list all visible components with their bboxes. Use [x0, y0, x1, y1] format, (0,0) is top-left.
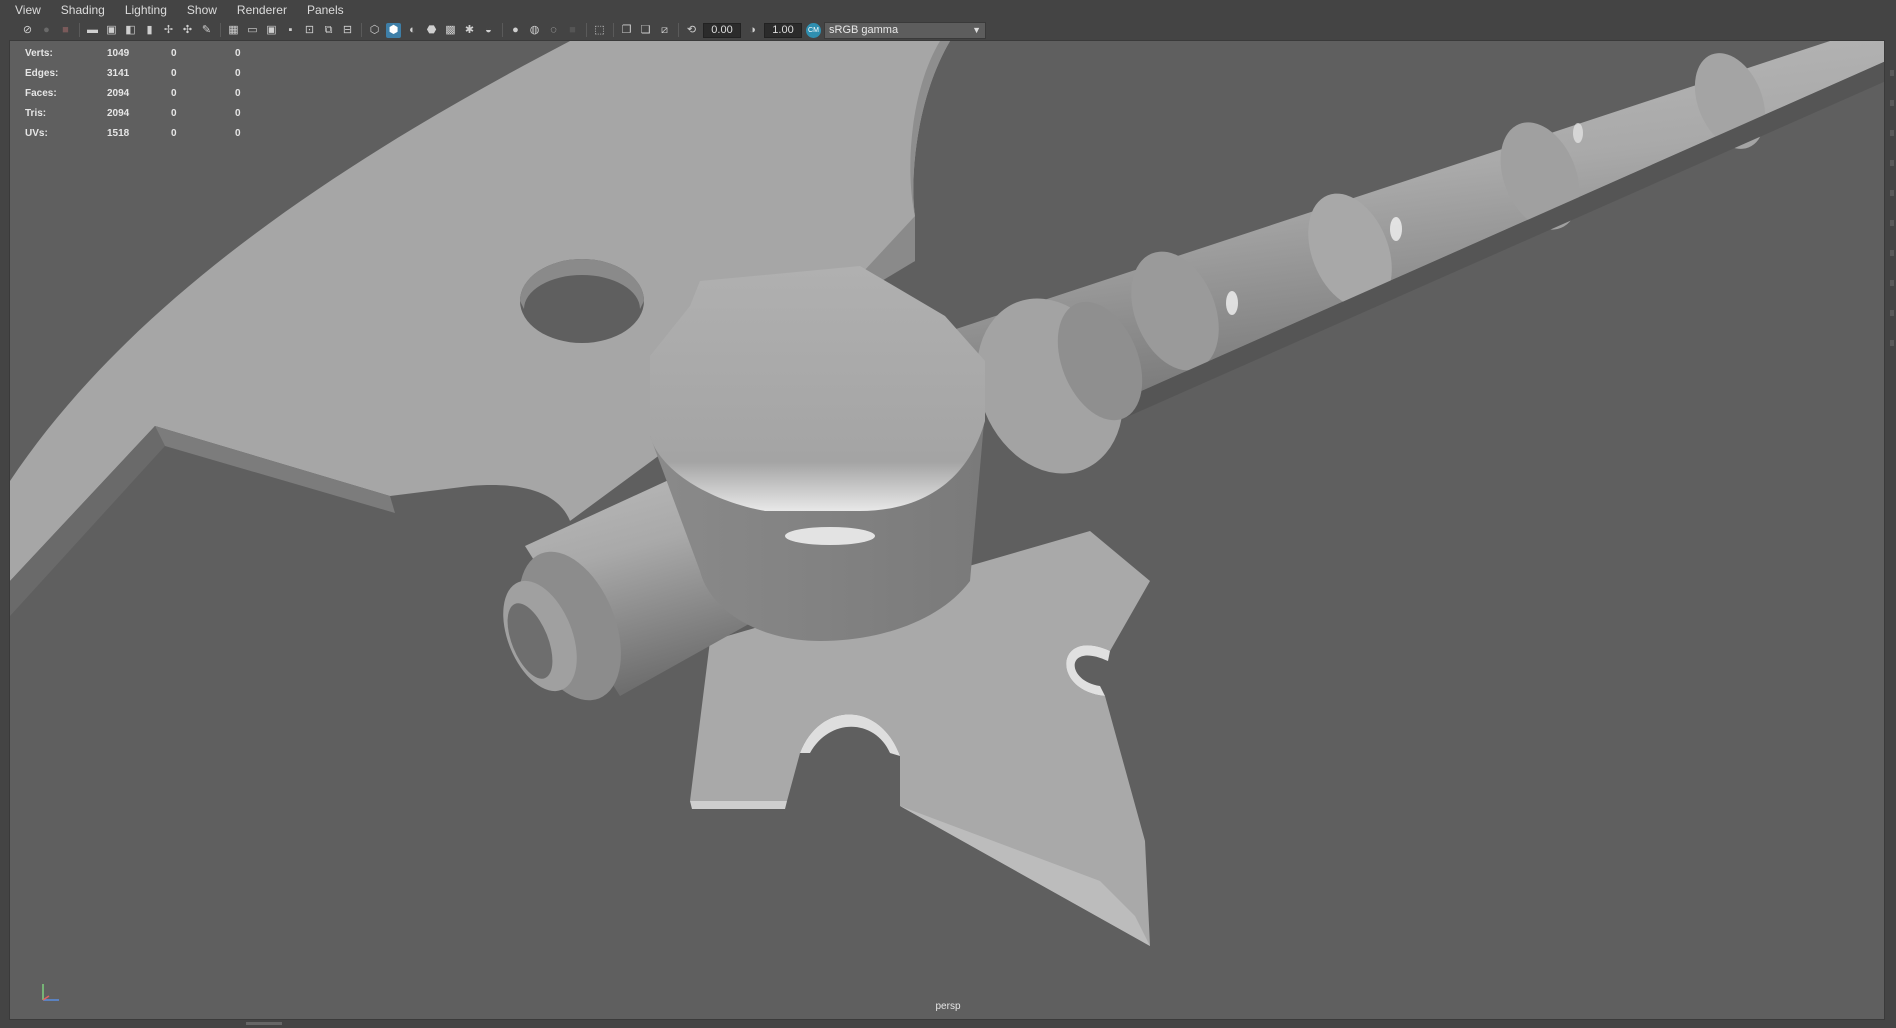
hud-uv-value: 0	[235, 127, 241, 139]
menu-show[interactable]: Show	[184, 1, 220, 19]
menu-panels[interactable]: Panels	[304, 1, 347, 19]
default-lighting-icon[interactable]: ◐	[405, 23, 420, 38]
maya-viewport-panel: View Shading Lighting Show Renderer Pane…	[0, 0, 1896, 1028]
wireframe-on-shaded-icon[interactable]: ⬣	[424, 23, 439, 38]
toolbar-divider	[586, 23, 587, 37]
hud-uv-value: 0	[235, 87, 241, 99]
resolution-gate-icon[interactable]: ✎	[199, 23, 214, 38]
depth-of-field-icon[interactable]: ■	[565, 23, 580, 38]
hud-uv-value: 0	[235, 67, 241, 79]
lock-camera-icon[interactable]: ●	[39, 23, 54, 38]
hud-row-tris: Tris: 2094 0 0	[25, 103, 255, 123]
hud-value: 2094	[107, 87, 130, 99]
exposure-field[interactable]: 0.00	[703, 22, 741, 38]
panel-menu-bar: View Shading Lighting Show Renderer Pane…	[0, 0, 1896, 20]
film-gate-toggle-icon[interactable]: ▭	[245, 23, 260, 38]
axe-model-render[interactable]	[10, 41, 1885, 1020]
hud-label: UVs:	[25, 127, 48, 139]
grease-pencil-icon[interactable]: ▮	[142, 23, 157, 38]
hud-selected-value: 0	[171, 67, 177, 79]
grid-toggle-icon[interactable]: ✢	[161, 23, 176, 38]
toolbar-divider	[79, 23, 80, 37]
rail-tick	[1890, 70, 1894, 76]
exposure-reset-icon[interactable]: ⟲	[684, 23, 699, 38]
resolution-icon[interactable]: ⊟	[340, 23, 355, 38]
rail-tick	[1890, 160, 1894, 166]
menu-renderer[interactable]: Renderer	[234, 1, 290, 19]
bottom-border	[0, 1020, 1896, 1028]
hud-value: 3141	[107, 67, 130, 79]
wireframe-icon[interactable]: ⬡	[367, 23, 382, 38]
rail-tick	[1890, 130, 1894, 136]
hud-selected-value: 0	[171, 107, 177, 119]
camera-image-plane-icon[interactable]: ▣	[104, 23, 119, 38]
toolbar-divider	[678, 23, 679, 37]
gamma-reset-icon[interactable]: ◑	[745, 23, 760, 38]
xray-icon[interactable]: ❐	[619, 23, 634, 38]
motion-blur-icon[interactable]: ◍	[527, 23, 542, 38]
view-transform-value: sRGB gamma	[829, 24, 899, 36]
rail-tick	[1890, 220, 1894, 226]
poly-count-hud: Verts: 1049 0 0 Edges: 3141 0 0 Faces: 2…	[25, 43, 255, 143]
view-transform-dropdown[interactable]: sRGB gamma ▼	[824, 21, 986, 39]
hud-label: Verts:	[25, 47, 53, 59]
select-camera-icon[interactable]: ⊘	[20, 23, 35, 38]
hud-selected-value: 0	[171, 47, 177, 59]
rail-tick	[1890, 100, 1894, 106]
safe-action-icon[interactable]: ▣	[264, 23, 279, 38]
right-dock-rail	[1885, 40, 1896, 1020]
camera-2d-pan-icon[interactable]: ◧	[123, 23, 138, 38]
toolbar-divider	[220, 23, 221, 37]
hud-uv-value: 0	[235, 107, 241, 119]
isolate-select-icon[interactable]: ⬚	[592, 23, 607, 38]
rail-tick	[1890, 250, 1894, 256]
panel-resize-handle[interactable]	[246, 1022, 282, 1025]
anti-aliasing-icon[interactable]: ◌	[546, 23, 561, 38]
gate-mask-icon[interactable]: ⧉	[321, 23, 336, 38]
grid-icon[interactable]: ▦	[226, 23, 241, 38]
hud-label: Faces:	[25, 87, 57, 99]
menu-view[interactable]: View	[12, 1, 44, 19]
xray-joints-icon[interactable]: ❏	[638, 23, 653, 38]
toolbar-divider	[613, 23, 614, 37]
hud-uv-value: 0	[235, 47, 241, 59]
menu-lighting[interactable]: Lighting	[122, 1, 170, 19]
screen-space-ao-icon[interactable]: ●	[508, 23, 523, 38]
hud-value: 1518	[107, 127, 130, 139]
smooth-shade-icon[interactable]: ⬢	[386, 22, 401, 38]
toolbar-divider	[502, 23, 503, 37]
hud-row-verts: Verts: 1049 0 0	[25, 43, 255, 63]
xray-active-components-icon[interactable]: ⧄	[657, 23, 672, 38]
hub-cap-top	[650, 266, 985, 511]
hud-value: 2094	[107, 107, 130, 119]
hud-label: Edges:	[25, 67, 59, 79]
rail-tick	[1890, 340, 1894, 346]
hud-label: Tris:	[25, 107, 47, 119]
hud-selected-value: 0	[171, 87, 177, 99]
hud-selected-value: 0	[171, 127, 177, 139]
rail-tick	[1890, 190, 1894, 196]
menu-shading[interactable]: Shading	[58, 1, 108, 19]
color-management-icon[interactable]: CM	[806, 22, 821, 38]
film-gate-icon[interactable]: ✣	[180, 23, 195, 38]
hud-value: 1049	[107, 47, 130, 59]
use-all-lights-icon[interactable]: ✱	[462, 23, 477, 38]
textured-icon[interactable]: ▩	[443, 23, 458, 38]
gamma-field[interactable]: 1.00	[764, 22, 802, 38]
perspective-viewport[interactable]: Verts: 1049 0 0 Edges: 3141 0 0 Faces: 2…	[9, 40, 1885, 1020]
hud-row-uvs: UVs: 1518 0 0	[25, 123, 255, 143]
hud-row-faces: Faces: 2094 0 0	[25, 83, 255, 103]
bookmark-icon[interactable]: ■	[58, 23, 73, 38]
toolbar-divider	[361, 23, 362, 37]
hud-row-edges: Edges: 3141 0 0	[25, 63, 255, 83]
chevron-down-icon: ▼	[972, 25, 981, 35]
panel-toolbar: ⊘ ● ■ ▬ ▣ ◧ ▮ ✢ ✣ ✎ ▦ ▭ ▣ ▪ ⊡ ⧉ ⊟ ⬡ ⬢ ◐ …	[0, 20, 1896, 40]
camera-name-label: persp	[935, 1001, 961, 1012]
shadows-icon[interactable]: ◒	[481, 23, 496, 38]
camera-attributes-icon[interactable]: ▬	[85, 23, 100, 38]
rail-tick	[1890, 280, 1894, 286]
safe-title-icon[interactable]: ⊡	[302, 23, 317, 38]
field-chart-icon[interactable]: ▪	[283, 23, 298, 38]
rail-tick	[1890, 310, 1894, 316]
